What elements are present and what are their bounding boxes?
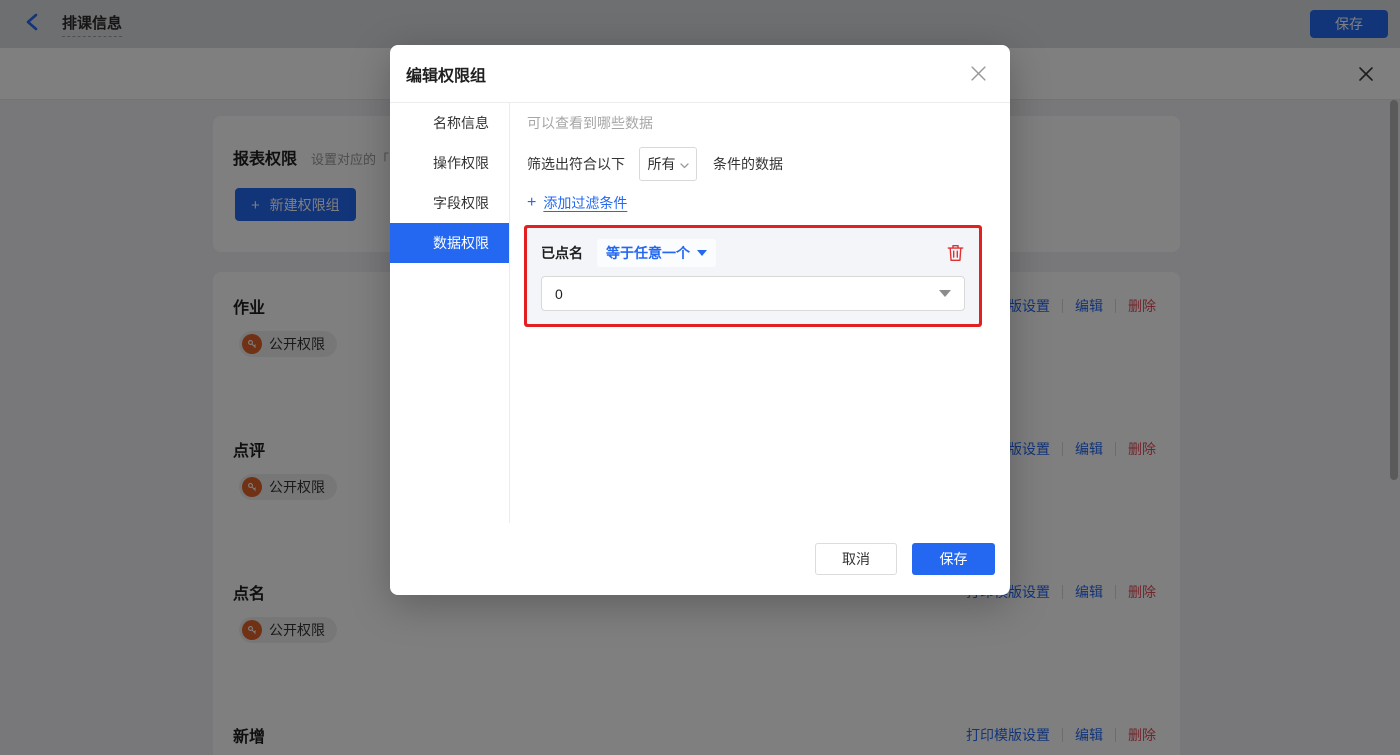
condition-field-label: 已点名 (541, 243, 583, 263)
trash-icon (947, 244, 964, 262)
modal-cancel-button[interactable]: 取消 (815, 543, 897, 575)
modal-tab-list: 名称信息 操作权限 字段权限 数据权限 (390, 103, 510, 523)
tab-data-perm[interactable]: 数据权限 (390, 223, 509, 263)
delete-condition-button[interactable] (947, 244, 965, 263)
chevron-down-icon (680, 156, 689, 172)
filter-condition-box-highlighted: 已点名 等于任意一个 0 (527, 228, 979, 324)
data-permission-panel: 可以查看到哪些数据 筛选出符合以下 所有 条件的数据 + 添加过滤条件 (510, 103, 1010, 523)
tab-name-info[interactable]: 名称信息 (390, 103, 509, 143)
plus-icon: + (527, 194, 536, 212)
filter-prefix-label: 筛选出符合以下 (527, 154, 625, 174)
data-visibility-hint: 可以查看到哪些数据 (527, 113, 993, 133)
condition-operator-dropdown[interactable]: 等于任意一个 (597, 239, 716, 267)
condition-value-dropdown[interactable]: 0 (541, 276, 965, 311)
tab-operation-perm[interactable]: 操作权限 (390, 143, 509, 183)
modal-title: 编辑权限组 (406, 62, 486, 86)
filter-scope-select[interactable]: 所有 (639, 147, 697, 181)
modal-save-button[interactable]: 保存 (912, 543, 995, 575)
app-window: 排课信息 保存 报表权限 设置对应的「 + 新建权限组 作业 打印模版设置 (0, 0, 1400, 755)
tab-field-perm[interactable]: 字段权限 (390, 183, 509, 223)
edit-permission-group-modal: 编辑权限组 名称信息 操作权限 字段权限 数据权限 可以查看到哪些数据 筛选出符… (390, 45, 1010, 595)
filter-suffix-label: 条件的数据 (713, 154, 783, 174)
modal-close-button[interactable] (970, 65, 988, 83)
caret-down-icon (939, 290, 951, 297)
add-filter-condition-link[interactable]: + 添加过滤条件 (527, 193, 993, 213)
caret-down-icon (697, 250, 707, 256)
